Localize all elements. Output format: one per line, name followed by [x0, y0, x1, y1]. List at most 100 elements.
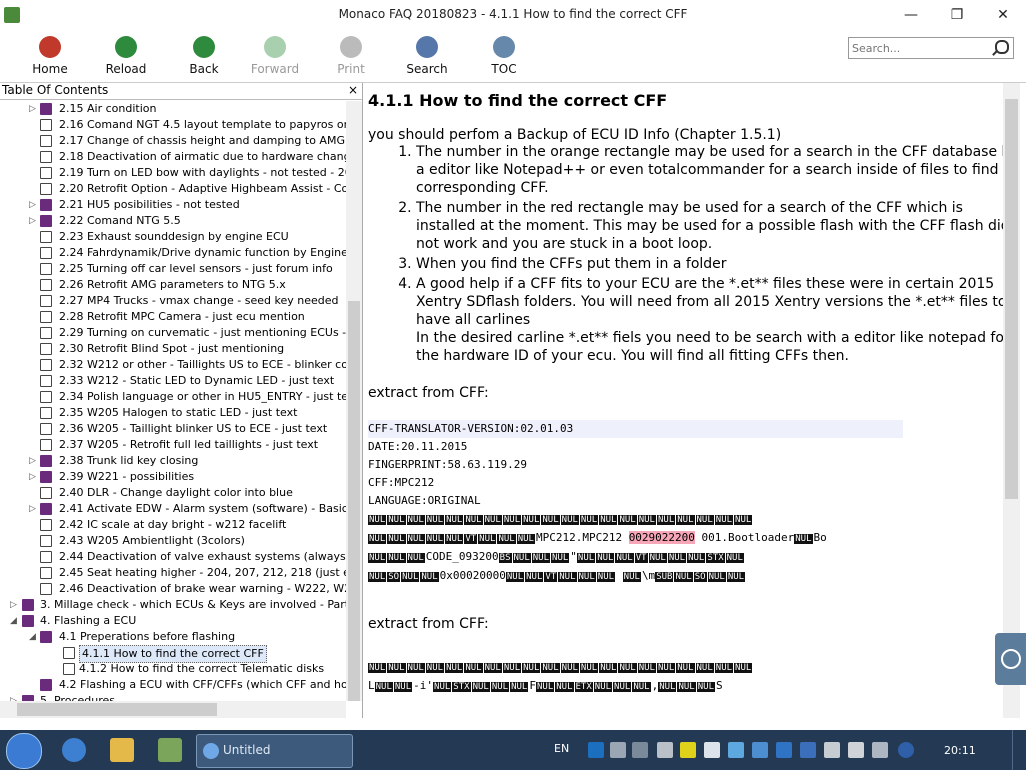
toc-item[interactable]: ▷ 5. Procedures	[0, 693, 346, 701]
page-icon	[40, 567, 52, 579]
ie-icon[interactable]	[62, 738, 86, 762]
teamviewer-tray-icon[interactable]	[588, 742, 604, 758]
toc-item[interactable]: ▷ 2.21 HU5 posibilities - not tested	[0, 197, 346, 213]
toc-item[interactable]: 2.17 Change of chassis height and dampin…	[0, 133, 346, 149]
toc-item[interactable]: 4.1.2 How to find the correct Telematic …	[0, 661, 346, 677]
nul-char: NUL	[632, 682, 651, 692]
toc-item[interactable]: 2.27 MP4 Trucks - vmax change - seed key…	[0, 293, 346, 309]
teamviewer-side-tab[interactable]	[995, 633, 1026, 685]
toc-item[interactable]: 2.40 DLR - Change daylight color into bl…	[0, 485, 346, 501]
minimize-button[interactable]: —	[888, 0, 934, 30]
toc-item[interactable]: ▷ 2.22 Comand NTG 5.5	[0, 213, 346, 229]
security-shield-icon[interactable]	[728, 742, 744, 758]
search-input[interactable]	[849, 38, 984, 58]
toc-item[interactable]: ▷ 2.39 W221 - possibilities	[0, 469, 346, 485]
toc-item[interactable]: 2.26 Retrofit AMG parameters to NTG 5.x	[0, 277, 346, 293]
taskbar-window-untitled[interactable]: Untitled	[196, 734, 353, 768]
print-button[interactable]: Print	[319, 34, 383, 80]
toc-hscroll-thumb[interactable]	[17, 703, 217, 716]
toc-item[interactable]: ▷ 2.41 Activate EDW - Alarm system (softw…	[0, 501, 346, 517]
usb-icon[interactable]	[824, 742, 840, 758]
toc-item[interactable]: 2.24 Fahrdynamik/Drive dynamic function …	[0, 245, 346, 261]
app-shortcut-icon[interactable]	[158, 738, 182, 762]
audio-bars-icon[interactable]	[657, 742, 673, 758]
pm-tray-icon[interactable]	[680, 742, 696, 758]
toc-item[interactable]: 2.19 Turn on LED bow with daylights - no…	[0, 165, 346, 181]
bluetooth-icon[interactable]	[898, 742, 914, 758]
toc-item[interactable]: 2.45 Seat heating higher - 204, 207, 212…	[0, 565, 346, 581]
toc-item-label: 2.19 Turn on LED bow with daylights - no…	[59, 166, 346, 179]
expand-arrow-icon[interactable]: ▷	[29, 197, 37, 213]
expand-arrow-icon[interactable]: ▷	[29, 101, 37, 117]
toc-item[interactable]: 2.18 Deactivation of airmatic due to har…	[0, 149, 346, 165]
explorer-folder-icon[interactable]	[110, 738, 134, 762]
nul-char: NUL	[387, 534, 406, 544]
toc-item[interactable]: 2.32 W212 or other - Taillights US to EC…	[0, 357, 346, 373]
toc-item-label: 2.24 Fahrdynamik/Drive dynamic function …	[59, 246, 346, 259]
code-line: CFF-TRANSLATOR-VERSION:02.01.03	[368, 420, 903, 438]
toc-button[interactable]: TOC	[472, 34, 536, 80]
back-button[interactable]: Back	[172, 34, 236, 80]
language-indicator[interactable]: EN	[554, 742, 569, 755]
toc-item[interactable]: 2.30 Retrofit Blind Spot - just mentioni…	[0, 341, 346, 357]
content-scroll-thumb[interactable]	[1005, 99, 1018, 499]
toc-item[interactable]: 2.44 Deactivation of valve exhaust syste…	[0, 549, 346, 565]
search-icon[interactable]	[995, 40, 1009, 54]
search-button[interactable]: Search	[395, 34, 459, 80]
clock[interactable]: 20:11	[944, 744, 976, 757]
toc-item[interactable]: 2.33 W212 - Static LED to Dynamic LED - …	[0, 373, 346, 389]
toc-item[interactable]: 4.1.1 How to find the correct CFF	[0, 645, 346, 663]
code-line: NUL SO NUL NUL 0x00020000NUL NUL VT NUL NUL NUL N…	[368, 569, 746, 582]
toc-close-icon[interactable]: ×	[348, 83, 358, 97]
toc-panel: Table Of Contents × ▷ 2.15 Air condition 2…	[0, 83, 363, 718]
nul-char: NUL	[368, 663, 387, 673]
lock-tray-icon[interactable]	[752, 742, 768, 758]
toc-item[interactable]: 2.25 Turning off car level sensors - jus…	[0, 261, 346, 277]
toc-item[interactable]: ▷ 2.38 Trunk lid key closing	[0, 453, 346, 469]
toc-item[interactable]: ◢ 4.1 Preperations before flashing	[0, 629, 346, 645]
collapse-arrow-icon[interactable]: ◢	[10, 613, 18, 629]
close-button[interactable]: ✕	[980, 0, 1026, 30]
expand-arrow-icon[interactable]: ▷	[10, 693, 18, 701]
toc-item[interactable]: 2.36 W205 - Taillight blinker US to ECE …	[0, 421, 346, 437]
flag-icon[interactable]	[704, 742, 720, 758]
toc-item[interactable]: 2.16 Comand NGT 4.5 layout template to p…	[0, 117, 346, 133]
expand-arrow-icon[interactable]: ▷	[29, 453, 37, 469]
bluetooth-app-icon[interactable]	[776, 742, 792, 758]
toc-item-label: 2.17 Change of chassis height and dampin…	[59, 134, 346, 147]
toc-vertical-scrollbar[interactable]	[346, 101, 362, 701]
toc-item[interactable]: 2.20 Retrofit Option - Adaptive Highbeam…	[0, 181, 346, 197]
toc-item[interactable]: 2.43 W205 Ambientlight (3colors)	[0, 533, 346, 549]
toc-item[interactable]: 2.29 Turning on curvematic - just mentio…	[0, 325, 346, 341]
toc-item[interactable]: 2.35 W205 Halogen to static LED - just t…	[0, 405, 346, 421]
toc-item[interactable]: ▷ 3. Millage check - which ECUs & Keys ar…	[0, 597, 346, 613]
toc-item[interactable]: 4.2 Flashing a ECU with CFF/CFFs (which …	[0, 677, 346, 693]
toc-item[interactable]: ◢ 4. Flashing a ECU	[0, 613, 346, 629]
toc-horizontal-scrollbar[interactable]	[0, 701, 346, 718]
volume-icon[interactable]	[610, 742, 626, 758]
forward-button[interactable]: Forward	[243, 34, 307, 80]
expand-arrow-icon[interactable]: ▷	[29, 501, 37, 517]
expand-arrow-icon[interactable]: ▷	[29, 469, 37, 485]
home-button[interactable]: Home	[18, 34, 82, 80]
toc-item[interactable]: 2.28 Retrofit MPC Camera - just ecu ment…	[0, 309, 346, 325]
toc-item[interactable]: 2.23 Exhaust sounddesign by engine ECU	[0, 229, 346, 245]
maximize-button[interactable]: ❐	[934, 0, 980, 30]
toc-item[interactable]: 2.37 W205 - Retrofit full led taillights…	[0, 437, 346, 453]
collapse-arrow-icon[interactable]: ◢	[29, 629, 37, 645]
toc-item[interactable]: 2.42 IC scale at day bright - w212 facel…	[0, 517, 346, 533]
toc-item[interactable]: 2.34 Polish language or other in HU5_ENT…	[0, 389, 346, 405]
toc-scroll-thumb[interactable]	[348, 301, 360, 701]
toc-item[interactable]: 2.46 Deactivation of brake wear warning …	[0, 581, 346, 597]
expand-arrow-icon[interactable]: ▷	[10, 597, 18, 613]
speaker-icon[interactable]	[632, 742, 648, 758]
start-button[interactable]	[6, 733, 42, 769]
network-app-icon[interactable]	[800, 742, 816, 758]
toc-item[interactable]: ▷ 2.15 Air condition	[0, 101, 346, 117]
signal-bars-icon[interactable]	[872, 742, 888, 758]
content-vertical-scrollbar[interactable]	[1003, 83, 1020, 718]
reload-button[interactable]: Reload	[94, 34, 158, 80]
expand-arrow-icon[interactable]: ▷	[29, 213, 37, 229]
show-desktop-button[interactable]	[1012, 730, 1026, 770]
keys-icon[interactable]	[848, 742, 864, 758]
